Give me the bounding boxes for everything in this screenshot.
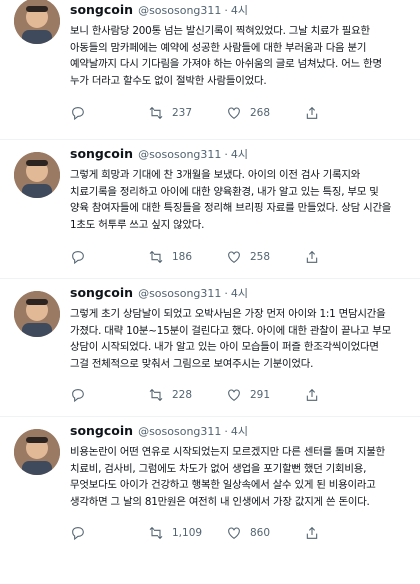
retweet-button[interactable]: 237 — [148, 105, 226, 121]
share-button[interactable] — [304, 525, 382, 541]
tweet-header: songcoin @sososong311 · 4시 — [70, 423, 410, 441]
tweet-text-line: 무엇보다도 아이가 건강하고 행복한 일상속에서 살수 있게 된 비용이라고 — [70, 479, 376, 491]
heart-icon — [228, 527, 240, 539]
heart-icon — [228, 389, 240, 401]
tweet-text-line: 보니 한사람당 200통 넘는 발신기록이 찍혀있었다. 그날 치료가 필요한 — [70, 25, 370, 37]
avatar[interactable] — [14, 429, 60, 475]
share-icon — [306, 526, 318, 539]
divider — [0, 278, 420, 279]
tweet-actions: 186 258 — [70, 247, 410, 267]
author-handle[interactable]: @sososong311 — [138, 148, 221, 161]
separator: · — [224, 4, 228, 17]
tweet-text-line: 아동들의 맘카페에는 예약에 성공한 사람들에 대한 부러움과 다음 분기 — [70, 41, 367, 54]
like-button[interactable]: 860 — [226, 525, 304, 541]
heart-icon — [228, 107, 240, 119]
retweet-icon — [149, 106, 163, 120]
timestamp[interactable]: 4시 — [231, 285, 248, 301]
timestamp[interactable]: 4시 — [231, 423, 248, 439]
tweet-text: 그렇게 희망과 기대에 찬 3개월을 보냈다. 아이의 이전 검사 기록지와 치… — [70, 167, 410, 233]
reply-button[interactable] — [70, 525, 148, 541]
share-icon — [306, 106, 318, 119]
retweet-button[interactable]: 186 — [148, 249, 226, 265]
tweet-text-line: 양육 참여자들에 대한 특징들을 정리해 브리핑 자료를 만들었다. 상담 시간… — [70, 202, 392, 214]
author-name[interactable]: songcoin — [70, 146, 133, 161]
reply-icon — [72, 107, 84, 121]
tweet-text-line: 그렇게 희망과 기대에 찬 3개월을 보냈다. 아이의 이전 검사 기록지와 — [70, 169, 361, 181]
retweet-button[interactable]: 228 — [148, 387, 226, 403]
tweet-header: songcoin @sososong311 · 4시 — [70, 146, 410, 164]
reply-icon — [72, 251, 84, 265]
like-button[interactable]: 291 — [226, 387, 304, 403]
tweet-header: songcoin @sososong311 · 4시 — [70, 285, 410, 303]
timestamp[interactable]: 4시 — [231, 146, 248, 162]
tweet-text-line: 예약날까지 다시 기다림을 가져야 하는 아쉬움의 글로 넘쳐났다. 어느 한명 — [70, 58, 382, 70]
retweet-count: 1,109 — [172, 527, 203, 539]
reply-button[interactable] — [70, 387, 148, 403]
like-button[interactable]: 258 — [226, 249, 304, 265]
avatar[interactable] — [14, 291, 60, 337]
retweet-icon — [149, 388, 163, 402]
like-count: 258 — [250, 251, 271, 263]
tweet-text-line: 그렇게 초기 상담날이 되었고 오박사님은 가장 먼저 아이와 1:1 면담시간… — [70, 308, 386, 320]
separator: · — [224, 425, 228, 438]
retweet-count: 228 — [172, 389, 193, 401]
share-button[interactable] — [304, 105, 382, 121]
share-icon — [306, 250, 318, 263]
retweet-icon — [149, 250, 163, 264]
tweet-text: 보니 한사람당 200통 넘는 발신기록이 찍혀있었다. 그날 치료가 필요한 … — [70, 23, 410, 89]
tweet-text-line: 비용논란이 어떤 연유로 시작되었는지 모르겠지만 다른 센터를 돌며 지불한 — [70, 446, 385, 458]
share-icon — [306, 388, 318, 401]
avatar[interactable] — [14, 0, 60, 44]
author-handle[interactable]: @sososong311 — [138, 425, 221, 438]
heart-icon — [228, 251, 240, 263]
tweet-text-line: 치료기록을 정리하고 아이에 대한 양육환경, 내가 알고 있는 특징, 부모 … — [70, 185, 379, 198]
tweet-text-line: 치료비, 검사비, 그럼에도 차도가 없어 생업을 포기할뻔 했던 기회비용, — [70, 462, 367, 475]
tweet-header: songcoin @sososong311 · 4시 — [70, 2, 410, 20]
tweet[interactable]: songcoin @sososong311 · 4시 비용논란이 어떤 연유로 … — [0, 419, 420, 579]
tweet-text: 그렇게 초기 상담날이 되었고 오박사님은 가장 먼저 아이와 1:1 면담시간… — [70, 306, 410, 372]
tweet-text-line: 가졌다. 대략 10분~15분이 걸린다고 했다. 아이에 대한 관찰이 끝나고… — [70, 324, 391, 337]
like-button[interactable]: 268 — [226, 105, 304, 121]
tweet[interactable]: songcoin @sososong311 · 4시 보니 한사람당 200통 … — [0, 0, 420, 140]
share-button[interactable] — [304, 249, 382, 265]
tweet-text-line: 그걸 전체적으로 맞춰서 그림으로 보여주시는 기분이었다. — [70, 357, 314, 370]
timestamp[interactable]: 4시 — [231, 2, 248, 18]
tweet-thread: songcoin @sososong311 · 4시 보니 한사람당 200통 … — [0, 0, 420, 584]
tweet-text-line: 상담이 시작되었다. 내가 알고 있는 아이 모습들이 퍼즐 한조각씩이었다면 — [70, 341, 379, 353]
avatar[interactable] — [14, 152, 60, 198]
author-handle[interactable]: @sososong311 — [138, 4, 221, 17]
tweet-text: 비용논란이 어떤 연유로 시작되었는지 모르겠지만 다른 센터를 돌며 지불한 … — [70, 444, 410, 510]
reply-button[interactable] — [70, 105, 148, 121]
separator: · — [224, 287, 228, 300]
tweet-text-line: 누가 더라고 할수도 없이 절박한 사람들이었다. — [70, 74, 267, 87]
tweet-actions: 237 268 — [70, 103, 410, 123]
author-name[interactable]: songcoin — [70, 285, 133, 300]
author-name[interactable]: songcoin — [70, 2, 133, 17]
tweet-actions: 228 291 — [70, 385, 410, 405]
like-count: 268 — [250, 107, 271, 119]
author-name[interactable]: songcoin — [70, 423, 133, 438]
divider — [0, 139, 420, 140]
reply-button[interactable] — [70, 249, 148, 265]
reply-icon — [72, 389, 84, 403]
like-count: 291 — [250, 389, 271, 401]
reply-icon — [72, 527, 84, 541]
author-handle[interactable]: @sososong311 — [138, 287, 221, 300]
divider — [0, 416, 420, 417]
tweet-actions: 1,109 860 — [70, 523, 410, 543]
like-count: 860 — [250, 527, 271, 539]
tweet[interactable]: songcoin @sososong311 · 4시 그렇게 희망과 기대에 찬… — [0, 142, 420, 280]
tweet[interactable]: songcoin @sososong311 · 4시 그렇게 초기 상담날이 되… — [0, 281, 420, 417]
tweet-text-line: 생각하면 그 날의 81만원은 여전히 내 인생에서 가장 값지게 쓴 돈이다. — [70, 495, 370, 508]
retweet-count: 237 — [172, 107, 193, 119]
retweet-icon — [149, 526, 163, 540]
separator: · — [224, 148, 228, 161]
tweet-text-line: 1초도 허투루 쓰고 싶지 않았다. — [70, 218, 205, 231]
retweet-button[interactable]: 1,109 — [148, 525, 226, 541]
share-button[interactable] — [304, 387, 382, 403]
retweet-count: 186 — [172, 251, 193, 263]
